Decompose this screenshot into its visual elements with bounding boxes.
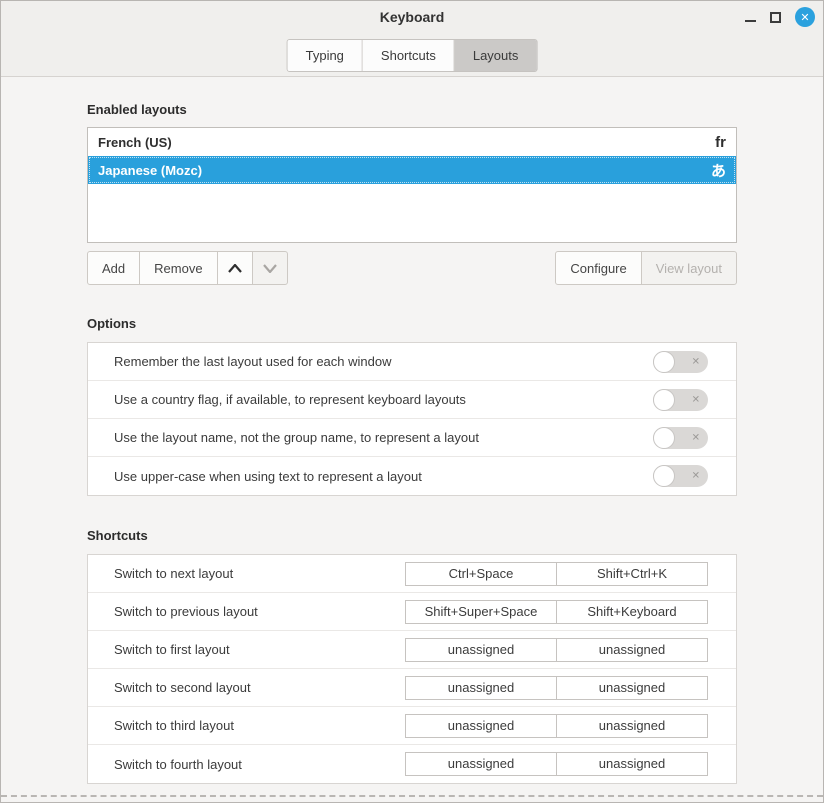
toggle-remember-layout[interactable]: ✕: [653, 351, 708, 373]
layout-row-japanese[interactable]: Japanese (Mozc) あ: [88, 156, 736, 184]
layout-row-french[interactable]: French (US) fr: [88, 128, 736, 156]
chevron-up-icon: [228, 264, 242, 273]
keybinding-secondary[interactable]: unassigned: [557, 677, 707, 699]
window-header: Keyboard ✕ Typing Shortcuts Layouts: [1, 1, 823, 77]
toggle-off-icon: ✕: [692, 356, 700, 367]
toggle-knob: [653, 389, 675, 411]
window-title: Keyboard: [380, 9, 445, 25]
toggle-upper-case[interactable]: ✕: [653, 465, 708, 487]
keybinding-primary[interactable]: unassigned: [406, 677, 557, 699]
chevron-down-icon: [263, 264, 277, 273]
shortcut-row-next-layout: Switch to next layout Ctrl+Space Shift+C…: [88, 555, 736, 593]
move-down-button[interactable]: [252, 251, 288, 285]
keybinding-secondary[interactable]: Shift+Ctrl+K: [557, 563, 707, 585]
shortcut-row-fourth-layout: Switch to fourth layout unassigned unass…: [88, 745, 736, 783]
toggle-knob: [653, 465, 675, 487]
option-row-country-flag: Use a country flag, if available, to rep…: [88, 381, 736, 419]
titlebar[interactable]: Keyboard ✕: [1, 1, 823, 33]
tab-typing[interactable]: Typing: [288, 40, 362, 71]
shortcut-row-third-layout: Switch to third layout unassigned unassi…: [88, 707, 736, 745]
shortcuts-heading: Shortcuts: [87, 528, 737, 543]
layout-name: Japanese (Mozc): [98, 163, 202, 178]
window-controls: ✕: [745, 1, 815, 33]
toggle-knob: [653, 351, 675, 373]
layout-list: French (US) fr Japanese (Mozc) あ: [87, 127, 737, 243]
keybinding-pair: Ctrl+Space Shift+Ctrl+K: [405, 562, 708, 586]
shortcut-row-previous-layout: Switch to previous layout Shift+Super+Sp…: [88, 593, 736, 631]
maximize-icon[interactable]: [770, 12, 781, 23]
toggle-knob: [653, 427, 675, 449]
layout-view-buttons: Configure View layout: [555, 251, 737, 285]
layout-indicator-ja: あ: [711, 160, 726, 181]
keybinding-pair: unassigned unassigned: [405, 752, 708, 776]
add-button[interactable]: Add: [87, 251, 140, 285]
toggle-country-flag[interactable]: ✕: [653, 389, 708, 411]
move-up-button[interactable]: [217, 251, 253, 285]
keybinding-pair: Shift+Super+Space Shift+Keyboard: [405, 600, 708, 624]
close-icon[interactable]: ✕: [795, 7, 815, 27]
shortcut-label: Switch to next layout: [114, 566, 233, 581]
toggle-off-icon: ✕: [692, 394, 700, 405]
keybinding-secondary[interactable]: unassigned: [557, 639, 707, 661]
options-heading: Options: [87, 316, 737, 331]
layout-name: French (US): [98, 135, 172, 150]
keybinding-primary[interactable]: Shift+Super+Space: [406, 601, 557, 623]
shortcut-row-first-layout: Switch to first layout unassigned unassi…: [88, 631, 736, 669]
layout-actions: Add Remove Configure View layout: [87, 251, 737, 285]
keybinding-secondary[interactable]: unassigned: [557, 715, 707, 737]
shortcut-label: Switch to first layout: [114, 642, 230, 657]
option-label: Use the layout name, not the group name,…: [114, 430, 479, 445]
option-label: Use a country flag, if available, to rep…: [114, 392, 466, 407]
option-row-remember-layout: Remember the last layout used for each w…: [88, 343, 736, 381]
option-row-layout-name: Use the layout name, not the group name,…: [88, 419, 736, 457]
shortcut-label: Switch to third layout: [114, 718, 234, 733]
keybinding-secondary[interactable]: unassigned: [557, 753, 707, 775]
remove-button[interactable]: Remove: [139, 251, 217, 285]
option-row-upper-case: Use upper-case when using text to repres…: [88, 457, 736, 495]
tab-shortcuts[interactable]: Shortcuts: [362, 40, 454, 71]
shortcut-label: Switch to second layout: [114, 680, 251, 695]
layout-indicator-fr: fr: [715, 134, 726, 151]
shortcut-label: Switch to fourth layout: [114, 757, 242, 772]
toggle-off-icon: ✕: [692, 432, 700, 443]
scroll-undershoot-indicator: [1, 795, 823, 797]
tab-layouts[interactable]: Layouts: [454, 40, 537, 71]
keyboard-settings-window: Keyboard ✕ Typing Shortcuts Layouts Enab…: [0, 0, 824, 803]
shortcut-row-second-layout: Switch to second layout unassigned unass…: [88, 669, 736, 707]
keybinding-secondary[interactable]: Shift+Keyboard: [557, 601, 707, 623]
shortcut-label: Switch to previous layout: [114, 604, 258, 619]
option-label: Remember the last layout used for each w…: [114, 354, 391, 369]
option-label: Use upper-case when using text to repres…: [114, 469, 422, 484]
keybinding-pair: unassigned unassigned: [405, 638, 708, 662]
configure-button[interactable]: Configure: [555, 251, 641, 285]
toggle-layout-name[interactable]: ✕: [653, 427, 708, 449]
tab-bar: Typing Shortcuts Layouts: [287, 39, 538, 72]
keybinding-primary[interactable]: unassigned: [406, 639, 557, 661]
view-layout-button[interactable]: View layout: [641, 251, 737, 285]
keybinding-pair: unassigned unassigned: [405, 714, 708, 738]
toggle-off-icon: ✕: [692, 471, 700, 482]
keybinding-primary[interactable]: Ctrl+Space: [406, 563, 557, 585]
main-content: Enabled layouts French (US) fr Japanese …: [1, 102, 823, 784]
minimize-icon[interactable]: [745, 11, 756, 24]
enabled-layouts-heading: Enabled layouts: [87, 102, 737, 117]
keybinding-primary[interactable]: unassigned: [406, 753, 557, 775]
keybinding-pair: unassigned unassigned: [405, 676, 708, 700]
layout-edit-buttons: Add Remove: [87, 251, 288, 285]
keybinding-primary[interactable]: unassigned: [406, 715, 557, 737]
options-panel: Remember the last layout used for each w…: [87, 342, 737, 496]
shortcuts-panel: Switch to next layout Ctrl+Space Shift+C…: [87, 554, 737, 784]
